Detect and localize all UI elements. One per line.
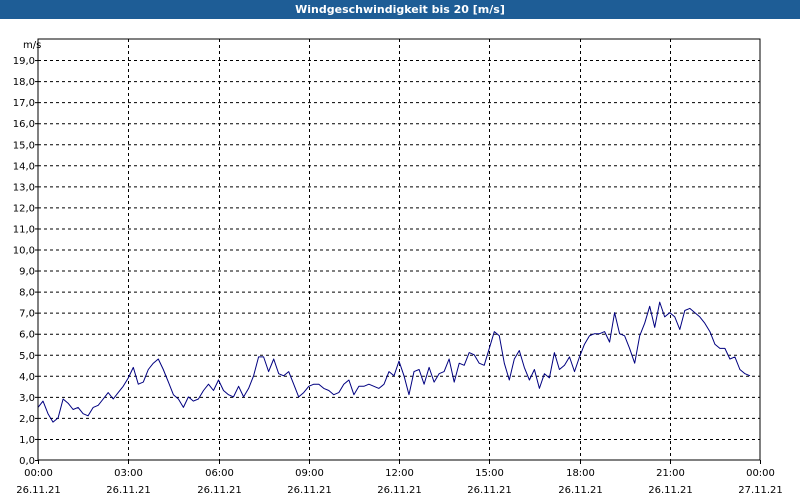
x-tick-date-label: 26.11.21 xyxy=(16,485,61,496)
y-tick-label: 12,0 xyxy=(13,203,35,214)
y-tick-label: 18,0 xyxy=(13,77,35,88)
wind-speed-chart: 0,0 1,0 2,0 3,0 4,0 5,0 6,0 7,0 8,0 9,0 10,0 11,0 12… xyxy=(13,38,783,496)
y-tick-label: 5,0 xyxy=(19,351,35,362)
y-tick-label: 0,0 xyxy=(19,456,35,467)
x-tick-date-label: 26.11.21 xyxy=(467,485,512,496)
x-tick-time-label: 12:00 xyxy=(385,468,414,479)
x-tick-time-label: 00:00 xyxy=(24,468,53,479)
y-axis-ticks: 0,0 1,0 2,0 3,0 4,0 5,0 6,0 7,0 8,0 9,0 10,0 11,0 12… xyxy=(13,56,38,467)
x-tick-date-label: 26.11.21 xyxy=(106,485,151,496)
x-tick-time-label: 21:00 xyxy=(656,468,685,479)
y-tick-label: 17,0 xyxy=(13,98,35,109)
x-tick-date-label: 26.11.21 xyxy=(558,485,603,496)
y-tick-label: 4,0 xyxy=(19,372,35,383)
x-tick-date-label: 26.11.21 xyxy=(197,485,242,496)
grid xyxy=(38,39,760,460)
y-tick-label: 3,0 xyxy=(19,393,35,404)
y-tick-label: 15,0 xyxy=(13,140,35,151)
x-tick-time-label: 00:00 xyxy=(746,468,775,479)
y-tick-label: 8,0 xyxy=(19,288,35,299)
y-tick-label: 16,0 xyxy=(13,119,35,130)
y-axis-unit-label: m/s xyxy=(23,40,41,51)
y-tick-label: 11,0 xyxy=(13,224,35,235)
x-tick-date-label: 27.11.21 xyxy=(738,485,783,496)
y-tick-label: 14,0 xyxy=(13,161,35,172)
x-tick-time-label: 18:00 xyxy=(566,468,595,479)
x-tick-time-label: 06:00 xyxy=(205,468,234,479)
x-tick-time-label: 15:00 xyxy=(475,468,504,479)
x-tick-date-label: 26.11.21 xyxy=(648,485,693,496)
x-tick-date-label: 26.11.21 xyxy=(287,485,332,496)
y-tick-label: 6,0 xyxy=(19,330,35,341)
y-tick-label: 19,0 xyxy=(13,56,35,67)
y-tick-label: 1,0 xyxy=(19,435,35,446)
x-axis-ticks: 00:00 26.11.21 03:00 26.11.21 06:00 26.11.21 0… xyxy=(16,460,783,496)
x-tick-time-label: 09:00 xyxy=(295,468,324,479)
series-layer xyxy=(37,301,751,423)
y-tick-label: 9,0 xyxy=(19,267,35,278)
chart-title: Windgeschwindigkeit bis 20 [m/s] xyxy=(0,0,800,19)
wind-speed-line xyxy=(37,301,751,423)
y-tick-label: 10,0 xyxy=(13,246,35,257)
y-tick-label: 7,0 xyxy=(19,309,35,320)
y-tick-label: 2,0 xyxy=(19,414,35,425)
y-tick-label: 13,0 xyxy=(13,182,35,193)
x-tick-date-label: 26.11.21 xyxy=(377,485,422,496)
x-tick-time-label: 03:00 xyxy=(114,468,143,479)
